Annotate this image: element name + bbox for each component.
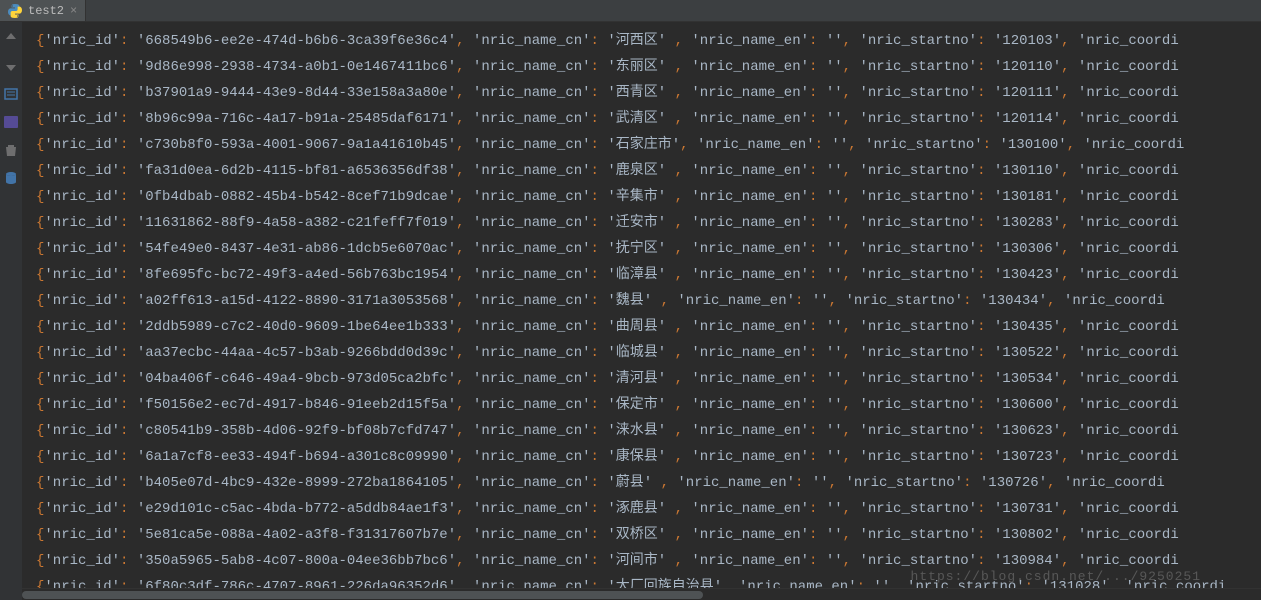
- output-line: {'nric_id': '8fe695fc-bc72-49f3-a4ed-56b…: [36, 262, 1261, 288]
- editor[interactable]: {'nric_id': '668549b6-ee2e-474d-b6b6-3ca…: [22, 22, 1261, 600]
- close-icon[interactable]: ×: [70, 4, 77, 18]
- gutter: [0, 22, 22, 600]
- output-line: {'nric_id': '8b96c99a-716c-4a17-b91a-254…: [36, 106, 1261, 132]
- output-line: {'nric_id': '04ba406f-c646-49a4-9bcb-973…: [36, 366, 1261, 392]
- run-icon[interactable]: [3, 114, 19, 130]
- query-icon[interactable]: [3, 86, 19, 102]
- output-line: {'nric_id': 'c80541b9-358b-4d06-92f9-bf0…: [36, 418, 1261, 444]
- output-line: {'nric_id': 'fa31d0ea-6d2b-4115-bf81-a65…: [36, 158, 1261, 184]
- output-line: {'nric_id': '6a1a7cf8-ee33-494f-b694-a30…: [36, 444, 1261, 470]
- python-icon: [8, 4, 22, 18]
- output-line: {'nric_id': 'c730b8f0-593a-4001-9067-9a1…: [36, 132, 1261, 158]
- output-line: {'nric_id': '11631862-88f9-4a58-a382-c21…: [36, 210, 1261, 236]
- output-line: {'nric_id': '54fe49e0-8437-4e31-ab86-1dc…: [36, 236, 1261, 262]
- output-line: {'nric_id': '5e81ca5e-088a-4a02-a3f8-f31…: [36, 522, 1261, 548]
- output-line: {'nric_id': 'b405e07d-4bc9-432e-8999-272…: [36, 470, 1261, 496]
- output-line: {'nric_id': 'f50156e2-ec7d-4917-b846-91e…: [36, 392, 1261, 418]
- scrollbar-thumb[interactable]: [22, 591, 703, 599]
- horizontal-scrollbar[interactable]: [22, 588, 1261, 600]
- output-line: {'nric_id': '9d86e998-2938-4734-a0b1-0e1…: [36, 54, 1261, 80]
- output-line: {'nric_id': 'b37901a9-9444-43e9-8d44-33e…: [36, 80, 1261, 106]
- console-output: {'nric_id': '668549b6-ee2e-474d-b6b6-3ca…: [22, 22, 1261, 600]
- output-line: {'nric_id': '0fb4dbab-0882-45b4-b542-8ce…: [36, 184, 1261, 210]
- output-line: {'nric_id': '2ddb5989-c7c2-40d0-9609-1be…: [36, 314, 1261, 340]
- arrow-down-icon[interactable]: [3, 58, 19, 74]
- main-area: {'nric_id': '668549b6-ee2e-474d-b6b6-3ca…: [0, 22, 1261, 600]
- output-line: {'nric_id': '668549b6-ee2e-474d-b6b6-3ca…: [36, 28, 1261, 54]
- output-line: {'nric_id': 'e29d101c-c5ac-4bda-b772-a5d…: [36, 496, 1261, 522]
- tab-bar: test2 ×: [0, 0, 1261, 22]
- watermark: https://blog.csdn.net/.../9250251: [911, 569, 1201, 584]
- output-line: {'nric_id': 'aa37ecbc-44aa-4c57-b3ab-926…: [36, 340, 1261, 366]
- database-icon[interactable]: [3, 170, 19, 186]
- tab-test2[interactable]: test2 ×: [0, 0, 86, 21]
- trash-icon[interactable]: [3, 142, 19, 158]
- tab-label: test2: [28, 4, 64, 18]
- arrow-up-icon[interactable]: [3, 30, 19, 46]
- output-line: {'nric_id': 'a02ff613-a15d-4122-8890-317…: [36, 288, 1261, 314]
